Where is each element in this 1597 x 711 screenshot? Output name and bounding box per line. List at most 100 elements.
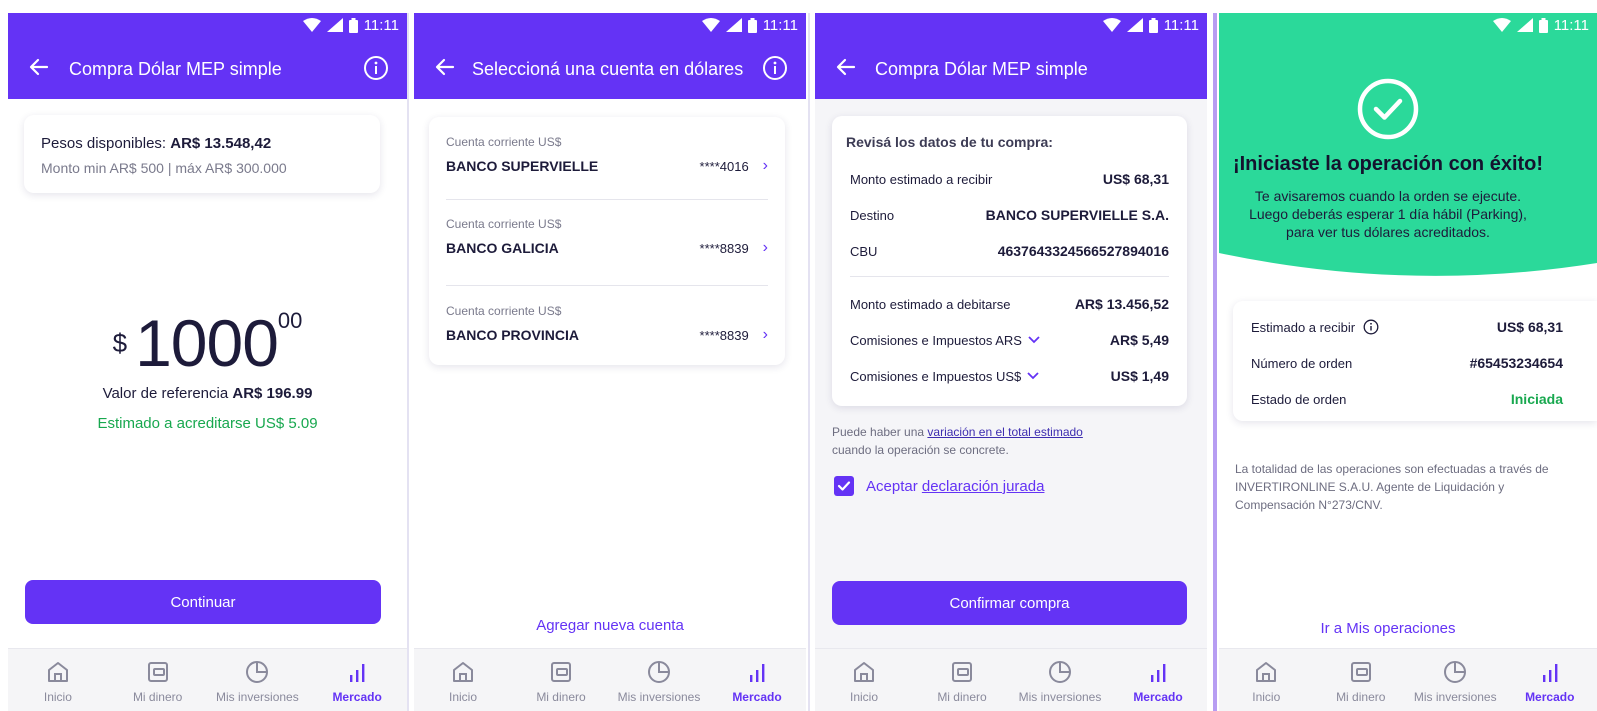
info-icon[interactable] — [1363, 319, 1379, 335]
bottom-navigation: Inicio Mi dinero Mis inversiones Mercado — [8, 648, 407, 711]
nav-inicio[interactable]: Inicio — [1219, 649, 1314, 711]
home-icon — [854, 662, 874, 682]
reference-amount: AR$ 196.99 — [232, 385, 313, 402]
wifi-icon — [1492, 18, 1511, 32]
status-time: 11:11 — [1163, 16, 1199, 34]
success-line: Luego deberás esperar 1 día hábil (Parki… — [1249, 206, 1527, 222]
nav-mis-inversiones[interactable]: Mis inversiones — [610, 649, 708, 711]
screen-separator — [1213, 13, 1217, 711]
page-title: Compra Dólar MEP simple — [875, 59, 1088, 79]
declaration-link[interactable]: declaración jurada — [922, 478, 1045, 495]
info-icon[interactable] — [762, 55, 788, 81]
row-value: 4637643324566527894016 — [997, 243, 1169, 259]
nav-mercado[interactable]: Mercado — [307, 649, 407, 711]
amount-limits: Monto min AR$ 500 | máx AR$ 300.000 — [41, 160, 287, 176]
account-number: ****8839 — [699, 240, 749, 256]
review-row: Monto estimado a debitarse AR$ 13.456,52 — [850, 296, 1169, 312]
success-title: ¡Iniciaste la operación con éxito! — [1232, 153, 1544, 175]
nav-mis-inversiones[interactable]: Mis inversiones — [1408, 649, 1503, 711]
wallet-icon — [147, 662, 168, 682]
amount-integer: 1000 — [135, 306, 279, 380]
nav-mi-dinero[interactable]: Mi dinero — [1314, 649, 1409, 711]
screen-review-purchase: 11:11 Compra Dólar MEP simple Revisá los… — [815, 13, 1207, 711]
review-row: Destino BANCO SUPERVIELLE S.A. — [850, 207, 1169, 223]
nav-mercado[interactable]: Mercado — [708, 649, 806, 711]
go-to-operations-link[interactable]: Ir a Mis operaciones — [1219, 620, 1557, 637]
account-bank: BANCO SUPERVIELLE — [446, 158, 599, 174]
status-bar: 11:11 — [414, 13, 806, 37]
wallet-icon — [1350, 662, 1371, 682]
info-icon[interactable] — [363, 55, 389, 81]
home-icon — [1256, 662, 1277, 682]
nav-label: Mi dinero — [132, 690, 183, 704]
account-bank: BANCO GALICIA — [446, 240, 559, 256]
nav-inicio[interactable]: Inicio — [815, 649, 913, 711]
bottom-navigation: Inicio Mi dinero Mis inversiones Mercado — [414, 648, 806, 711]
checkbox-checked-icon[interactable] — [834, 476, 854, 496]
nav-label: Mis inversiones — [1018, 690, 1102, 704]
account-item[interactable]: Cuenta corriente US$ BANCO GALICIA ****8… — [446, 217, 768, 267]
order-row: Número de orden #65453234654 — [1251, 355, 1563, 371]
nav-label: Mercado — [1525, 690, 1575, 704]
row-value: US$ 68,31 — [1102, 171, 1169, 187]
nav-mi-dinero[interactable]: Mi dinero — [512, 649, 610, 711]
nav-inicio[interactable]: Inicio — [414, 649, 512, 711]
bar-chart-icon — [1542, 664, 1558, 682]
add-account-link[interactable]: Agregar nueva cuenta — [414, 617, 806, 634]
row-label: Destino — [850, 207, 895, 223]
status-time: 11:11 — [1553, 16, 1589, 34]
confirm-purchase-button[interactable]: Confirmar compra — [832, 581, 1187, 625]
review-row-expandable[interactable]: Comisiones e Impuestos ARS AR$ 5,49 — [850, 332, 1169, 348]
home-icon — [47, 662, 68, 682]
battery-icon — [1148, 17, 1158, 33]
order-summary-card: Estimado a recibir US$ 68,31 Número de o… — [1233, 301, 1597, 421]
reference-label: Valor de referencia — [102, 385, 233, 402]
account-item[interactable]: Cuenta corriente US$ BANCO SUPERVIELLE *… — [446, 135, 768, 185]
home-icon — [453, 662, 473, 682]
row-value: #65453234654 — [1469, 355, 1563, 371]
estimated-credit: Estimado a acreditarse US$ 5.09 — [97, 415, 318, 432]
note-text-continued: cuando la operación se concrete. — [832, 443, 1009, 457]
chevron-down-icon — [1027, 372, 1039, 380]
nav-mercado[interactable]: Mercado — [1503, 649, 1597, 711]
row-value: AR$ 13.456,52 — [1074, 296, 1169, 312]
variation-link[interactable]: variación en el total estimado — [927, 425, 1082, 439]
back-arrow-icon[interactable] — [833, 55, 859, 79]
battery-icon — [1538, 17, 1548, 33]
account-item[interactable]: Cuenta corriente US$ BANCO PROVINCIA ***… — [446, 304, 768, 354]
row-value: BANCO SUPERVIELLE S.A. — [985, 207, 1169, 223]
nav-label: Mercado — [1133, 690, 1183, 704]
note-text: Puede haber una — [832, 425, 928, 439]
pie-chart-icon — [246, 661, 269, 683]
wallet-icon — [551, 662, 571, 682]
back-arrow-icon[interactable] — [432, 55, 458, 79]
nav-inicio[interactable]: Inicio — [8, 649, 108, 711]
wifi-icon — [701, 18, 720, 32]
back-arrow-icon[interactable] — [26, 55, 52, 79]
nav-mi-dinero[interactable]: Mi dinero — [108, 649, 208, 711]
row-label: Comisiones e Impuestos US$ — [850, 368, 1022, 384]
row-label: Número de orden — [1251, 355, 1353, 371]
nav-mis-inversiones[interactable]: Mis inversiones — [1011, 649, 1109, 711]
row-value: US$ 1,49 — [1110, 368, 1169, 384]
nav-mercado[interactable]: Mercado — [1109, 649, 1207, 711]
nav-label: Mis inversiones — [1413, 690, 1497, 704]
nav-label: Inicio — [448, 690, 477, 704]
available-balance-card: Pesos disponibles: AR$ 13.548,42 Monto m… — [24, 115, 380, 193]
nav-label: Mis inversiones — [617, 690, 701, 704]
nav-label: Mi dinero — [937, 690, 987, 704]
amount-display[interactable]: $100000 — [8, 305, 407, 380]
continue-button[interactable]: Continuar — [25, 580, 381, 624]
account-number: ****8839 — [699, 327, 749, 343]
signal-icon — [1126, 18, 1143, 32]
nav-mis-inversiones[interactable]: Mis inversiones — [208, 649, 308, 711]
battery-icon — [747, 17, 757, 33]
row-label: Estimado a recibir — [1251, 319, 1356, 335]
accounts-card: Cuenta corriente US$ BANCO SUPERVIELLE *… — [429, 117, 785, 365]
review-row-expandable[interactable]: Comisiones e Impuestos US$ US$ 1,49 — [850, 368, 1169, 384]
nav-mi-dinero[interactable]: Mi dinero — [913, 649, 1011, 711]
status-bar: 11:11 — [815, 13, 1207, 37]
account-type: Cuenta corriente US$ — [446, 135, 562, 149]
screen-select-account: 11:11 Seleccioná una cuenta en dólares C… — [414, 13, 806, 711]
status-bar: 11:11 — [8, 13, 407, 37]
